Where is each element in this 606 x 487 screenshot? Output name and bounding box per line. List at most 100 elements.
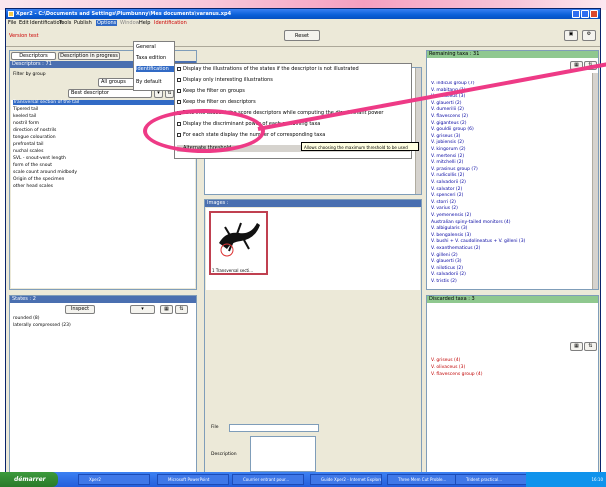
taxon-item[interactable]: V. gouldii group (6) [431,127,581,132]
options-menu: General Taxa edition Identification By d… [133,41,175,91]
taskbar-task[interactable]: Guide Xper2 - Internet Explorer [310,474,382,485]
taxon-item[interactable]: V. albigularis (3) [431,226,581,231]
descriptor-item[interactable]: form of the snout [13,163,195,168]
taskbar-task[interactable]: Microsoft PowerPoint [157,474,229,485]
states-panel: States : 2 Inspect ▾ ▦ ⇅ rounded (8) late… [9,295,197,475]
option-interesting-illustrations[interactable]: Display only interesting illustrations [177,77,410,84]
taxon-item[interactable]: V. griseus (3) [431,134,581,139]
images-header: Images : [205,200,421,207]
image-caption: 1 Transversal secti... [212,268,254,273]
state-item[interactable]: laterally compressed (23) [13,323,163,328]
taxon-item[interactable]: V. olivaceus (3) [431,94,581,99]
taxon-item[interactable]: V. bengalensis (3) [431,233,581,238]
menu-file[interactable]: File [8,20,16,26]
highlight-annotation-oval [143,109,265,153]
description-label: Description [211,452,237,457]
state-select[interactable]: ▾ [130,305,155,314]
taxon-item[interactable]: V. exanthematicus (2) [431,246,581,251]
menu-item-identification[interactable]: Identification [136,66,174,72]
discarded-view-button[interactable]: ▦ [570,342,583,351]
remaining-scrollbar[interactable] [592,73,598,289]
taxon-item[interactable]: V. storri (2) [431,200,581,205]
menu-item-by-default[interactable]: By default [136,79,174,85]
taxon-item[interactable]: V. kingorum (2) [431,147,581,152]
discarded-sort-button[interactable]: ⇅ [584,342,597,351]
save-button[interactable]: ▣ [564,30,578,41]
taskbar-task[interactable]: Three Mem Cut Proble... [387,474,459,485]
taxon-item[interactable]: V. yemenensis (2) [431,213,581,218]
toolbar: Version test Reset ▣ ⚙ [6,27,600,47]
taxon-item[interactable]: V. spenceri (2) [431,193,581,198]
threshold-tooltip: Allows choosing the maximum threshold to… [301,142,419,151]
taxon-item[interactable]: V. tristis (2) [431,279,581,284]
menu-publish[interactable]: Publish [74,20,92,26]
state-item[interactable]: rounded (8) [13,316,163,321]
discarded-taxa-header: Discarded taxa : 3 [427,296,598,303]
sort-icon: ⇅ [179,306,184,312]
file-field[interactable] [229,424,319,432]
taxon-item[interactable]: V. rudicollis (2) [431,173,581,178]
taskbar-task[interactable]: Courrier entrant pour... [232,474,304,485]
settings-button[interactable]: ⚙ [582,30,596,41]
taxon-item[interactable]: V. mertensi (2) [431,154,581,159]
state-view-button[interactable]: ▦ [160,305,173,314]
tab-descriptors[interactable]: Descriptors [11,52,56,60]
descriptor-item[interactable]: scale count around midbody [13,170,195,175]
info-scrollbar[interactable] [415,68,421,194]
filter-label: Filter by group [13,72,46,77]
reset-button[interactable]: Reset [284,30,320,41]
states-list: rounded (8) laterally compressed (23) [11,316,195,473]
taskbar-task[interactable]: Trident practical... [455,474,527,485]
menu-identification-mode[interactable]: Identification [154,20,187,26]
option-keep-filter-groups[interactable]: Keep the filter on groups [177,88,410,95]
taxon-item[interactable]: V. salvadorii (2) [431,180,581,185]
tab-description-in-progress[interactable]: Description in progress [58,52,120,60]
discarded-taxon-item[interactable]: V. flavescens group (4) [431,372,581,377]
descriptor-item[interactable]: Tipered tail [13,107,195,112]
option-display-state-illustrations[interactable]: Display the illustrations of the states … [177,66,410,73]
maximize-button[interactable] [581,10,589,18]
close-button[interactable] [590,10,598,18]
taxon-item[interactable]: V. dumerilii (2) [431,107,581,112]
taxon-item[interactable]: V. niloticus (2) [431,266,581,271]
inspect-button[interactable]: Inspect [65,305,95,314]
image-thumbnail[interactable]: 1 Transversal secti... [209,211,268,275]
taxon-item[interactable]: V. gilleni (2) [431,253,581,258]
image-gallery: 1 Transversal secti... [206,208,420,290]
taxon-item[interactable]: V. prasinus group (7) [431,167,581,172]
taxon-item[interactable]: V. glauerti (2) [431,101,581,106]
description-field[interactable] [250,436,316,472]
descriptor-item[interactable]: Origin of the specimen [13,177,195,182]
taxon-item[interactable]: V. bushi + V. caudolineatus + V. gilleni… [431,239,581,244]
checkbox-icon [177,88,181,93]
descriptor-item[interactable]: SVL - snout-vent length [13,156,195,161]
taxon-item[interactable]: V. giganteus (2) [431,121,581,126]
menu-tools[interactable]: Tools [59,20,71,26]
remaining-taxa-header: Remaining taxa : 31 [427,51,598,58]
descriptor-item[interactable]: Transversal section of the tail [13,100,195,105]
descriptor-item[interactable]: other head scales [13,184,195,189]
minimize-button[interactable] [572,10,580,18]
taxon-item[interactable]: V. varius (2) [431,206,581,211]
state-sort-button[interactable]: ⇅ [175,305,188,314]
discarded-taxon-item[interactable]: V. griseus (4) [431,358,581,363]
menu-options[interactable]: Options [96,20,118,26]
menu-identification[interactable]: Identification [30,20,63,26]
taxon-item[interactable]: V. salvator (2) [431,187,581,192]
taxon-item[interactable]: V. flavescens (2) [431,114,581,119]
menu-window[interactable]: Window [120,20,140,26]
start-button[interactable]: démarrer [0,472,58,487]
menu-help[interactable]: Help [139,20,150,26]
save-icon: ▣ [568,31,574,37]
menu-item-taxa-edition[interactable]: Taxa edition [136,55,174,61]
descriptor-item[interactable]: nuchal scales [13,149,195,154]
taxon-item[interactable]: V. glauerti (3) [431,259,581,264]
taskbar-task[interactable]: Xper2 [78,474,150,485]
menu-item-general[interactable]: General [136,44,174,50]
taxon-item[interactable]: Australian spiny-tailed monitors (4) [431,220,581,225]
discarded-taxon-item[interactable]: V. olivaceus (3) [431,365,581,370]
taxon-item[interactable]: V. salvadorii (2) [431,272,581,277]
taxon-item[interactable]: V. jobiensis (2) [431,140,581,145]
menu-edit[interactable]: Edit [19,20,29,26]
taxon-item[interactable]: V. mitchelli (2) [431,160,581,165]
